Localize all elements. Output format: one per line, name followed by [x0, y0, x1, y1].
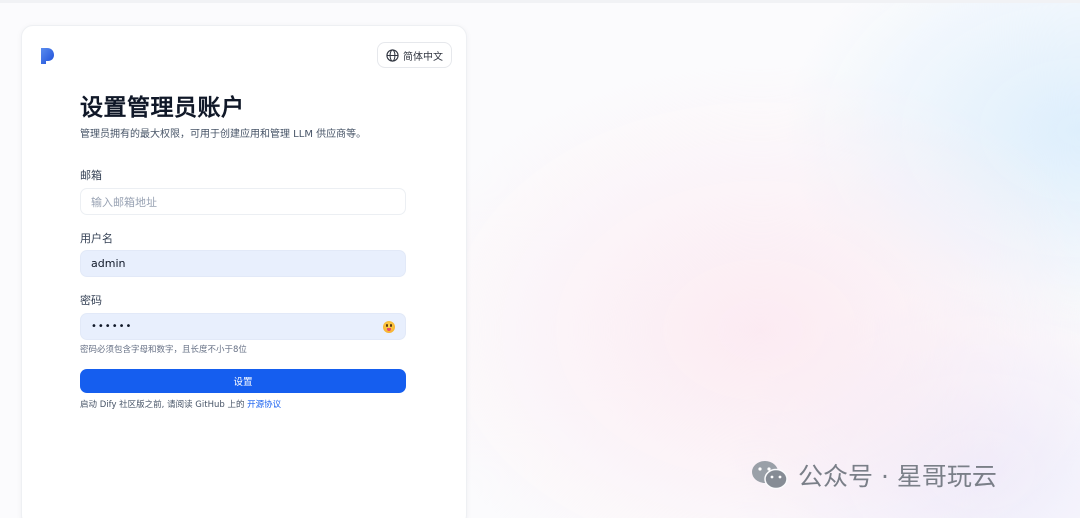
dify-logo-icon	[41, 48, 54, 64]
setup-submit-button[interactable]: 设置	[80, 369, 406, 393]
watermark-text: 公众号 · 星哥玩云	[798, 462, 997, 491]
username-label: 用户名	[80, 232, 113, 245]
globe-icon	[386, 48, 399, 62]
username-value: admin	[91, 257, 126, 270]
password-label: 密码	[80, 294, 102, 307]
setup-card: 简体中文 设置管理员账户 管理员拥有的最大权限，可用于创建应用和管理 LLM 供…	[21, 25, 467, 518]
email-field[interactable]: 输入邮箱地址	[80, 188, 406, 215]
license-notice: 启动 Dify 社区版之前, 请阅读 GitHub 上的 开源协议	[80, 398, 281, 410]
top-border	[0, 0, 1080, 3]
email-label: 邮箱	[80, 169, 102, 182]
password-field[interactable]: ••••••	[80, 313, 406, 340]
email-placeholder: 输入邮箱地址	[91, 195, 157, 209]
password-value: ••••••	[91, 321, 133, 332]
license-notice-text: 启动 Dify 社区版之前, 请阅读 GitHub 上的	[80, 400, 248, 410]
wechat-icon	[752, 461, 788, 490]
language-label: 简体中文	[403, 51, 443, 63]
username-field[interactable]: admin	[80, 250, 406, 277]
password-hint: 密码必须包含字母和数字，且长度不小于8位	[80, 345, 247, 355]
page-title: 设置管理员账户	[80, 95, 245, 121]
emoji-eye-icon[interactable]	[383, 320, 395, 333]
watermark: 公众号 · 星哥玩云	[750, 457, 997, 493]
language-selector-button[interactable]: 简体中文	[377, 42, 452, 68]
page-subtitle: 管理员拥有的最大权限，可用于创建应用和管理 LLM 供应商等。	[80, 129, 367, 140]
open-source-license-link[interactable]: 开源协议	[247, 400, 281, 410]
